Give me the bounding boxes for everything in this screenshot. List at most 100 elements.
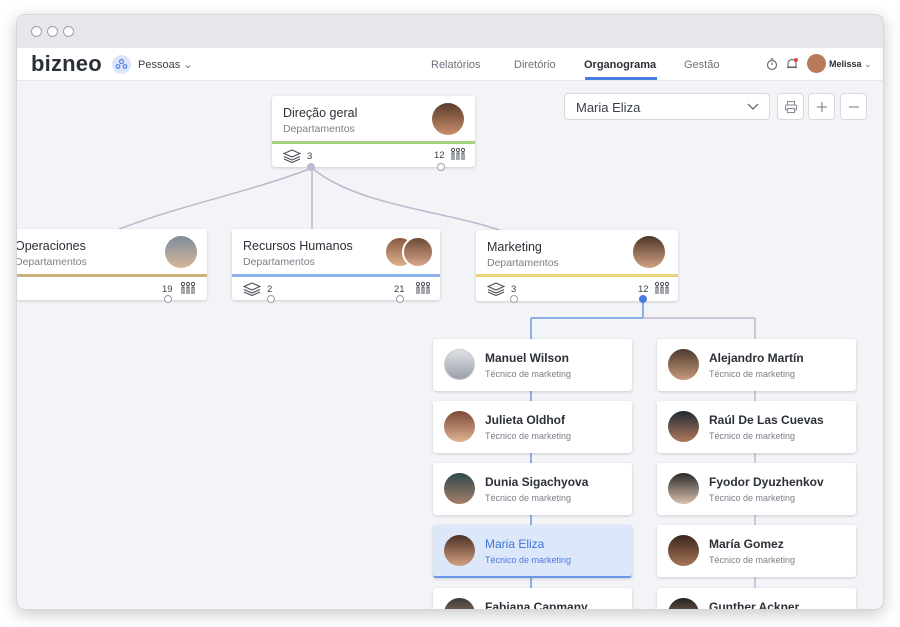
subdepartment-count: 3: [307, 151, 313, 162]
employee-card[interactable]: Fyodor Dyuzhenkov Técnico de marketing: [657, 463, 856, 515]
employee-role: Técnico de marketing: [709, 555, 796, 565]
employee-name: Raúl De Las Cuevas: [709, 413, 824, 427]
avatar: [668, 411, 699, 442]
zoom-out-button[interactable]: [840, 93, 867, 120]
employee-name: Fyodor Dyuzhenkov: [709, 475, 824, 489]
employee-role: Técnico de marketing: [485, 493, 572, 503]
employee-role: Técnico de marketing: [485, 555, 572, 565]
people-node[interactable]: [396, 295, 404, 303]
department-title: Marketing: [487, 240, 542, 254]
employee-card-selected[interactable]: Maria Eliza Técnico de marketing: [433, 525, 632, 578]
department-title: Operaciones: [16, 239, 86, 253]
employee-card[interactable]: Fabiana Capmany Técnico de marketing: [433, 588, 632, 610]
employee-name: Dunia Sigachyova: [485, 475, 589, 489]
layers-icon: [487, 282, 505, 296]
subdepartment-node[interactable]: [510, 295, 518, 303]
employee-search-select[interactable]: Maria Eliza: [564, 93, 770, 120]
employee-card[interactable]: Julieta Oldhof Técnico de marketing: [433, 401, 632, 453]
people-node[interactable]: [437, 163, 445, 171]
window-close-button[interactable]: [31, 26, 42, 37]
avatar: [165, 236, 197, 268]
employee-name: Gunther Ackner: [709, 600, 800, 610]
user-menu[interactable]: Melissa ⌄: [829, 59, 872, 70]
employee-role: Técnico de marketing: [709, 369, 796, 379]
people-count: 19: [162, 284, 173, 295]
avatar: [444, 535, 475, 566]
employee-name: Manuel Wilson: [485, 351, 569, 365]
employee-name: Maria Eliza: [485, 537, 545, 551]
avatar: [668, 473, 699, 504]
subdepartment-count: 2: [267, 284, 273, 295]
bell-icon[interactable]: [785, 57, 799, 71]
nav-organograma[interactable]: Organograma: [584, 59, 656, 71]
employee-card[interactable]: Raúl De Las Cuevas Técnico de marketing: [657, 401, 856, 453]
module-label: Pessoas: [138, 59, 181, 71]
department-card-marketing[interactable]: Marketing Departamentos 3 12: [476, 230, 678, 301]
layers-icon: [243, 282, 261, 296]
employee-card[interactable]: Dunia Sigachyova Técnico de marketing: [433, 463, 632, 515]
people-icon[interactable]: [112, 55, 131, 74]
avatar: [444, 349, 475, 380]
people-icon: [179, 281, 197, 295]
people-count: 12: [434, 150, 445, 161]
layers-icon: [283, 149, 301, 163]
window-maximize-button[interactable]: [63, 26, 74, 37]
app-header: bizneo Pessoas ⌄ Relatórios Diretório Or…: [17, 48, 883, 81]
department-subtitle: Departamentos: [487, 257, 559, 269]
nav-relatorios[interactable]: Relatórios: [431, 59, 481, 71]
people-node-expanded[interactable]: [639, 295, 647, 303]
avatar: [402, 236, 434, 268]
avatar: [444, 598, 475, 609]
people-count: 12: [638, 284, 649, 295]
department-title: Direção geral: [283, 106, 358, 120]
avatar: [668, 349, 699, 380]
zoom-in-button[interactable]: [808, 93, 835, 120]
employee-card[interactable]: Alejandro Martín Técnico de marketing: [657, 339, 856, 391]
chevron-down-icon: [747, 103, 759, 111]
timer-icon[interactable]: [765, 57, 779, 71]
search-value: Maria Eliza: [576, 100, 641, 115]
subdepartment-node[interactable]: [267, 295, 275, 303]
minus-icon: [848, 101, 860, 113]
nav-gestao[interactable]: Gestão: [684, 59, 719, 71]
user-avatar[interactable]: [807, 54, 826, 73]
department-subtitle: Departamentos: [243, 256, 315, 268]
user-name: Melissa: [829, 59, 862, 69]
window-minimize-button[interactable]: [47, 26, 58, 37]
employee-card[interactable]: Manuel Wilson Técnico de marketing: [433, 339, 632, 391]
chevron-down-icon: ⌄: [183, 59, 193, 71]
department-subtitle: Departamentos: [16, 256, 87, 268]
people-node[interactable]: [164, 295, 172, 303]
department-card-recursos-humanos[interactable]: Recursos Humanos Departamentos 2 21: [232, 229, 440, 300]
avatar: [668, 598, 699, 609]
department-card-operaciones[interactable]: Operaciones Departamentos 19: [16, 229, 207, 300]
employee-role: Técnico de marketing: [485, 431, 572, 441]
browser-window: bizneo Pessoas ⌄ Relatórios Diretório Or…: [16, 14, 884, 610]
people-icon: [449, 147, 467, 161]
window-titlebar: [17, 15, 883, 48]
employee-name: Fabiana Capmany: [485, 600, 588, 610]
org-chart-canvas[interactable]: Maria Eliza Direção geral Departamentos: [16, 81, 883, 610]
people-count: 21: [394, 284, 405, 295]
avatar: [668, 535, 699, 566]
employee-card[interactable]: María Gomez Técnico de marketing: [657, 525, 856, 577]
people-icon: [414, 281, 432, 295]
print-button[interactable]: [777, 93, 804, 120]
employee-card[interactable]: Gunther Ackner Técnico de marketing: [657, 588, 856, 610]
subdepartment-node[interactable]: [307, 163, 315, 171]
print-icon: [784, 100, 798, 114]
nav-diretorio[interactable]: Diretório: [514, 59, 556, 71]
chevron-down-icon: ⌄: [864, 59, 872, 69]
module-selector[interactable]: Pessoas ⌄: [138, 58, 192, 71]
department-card-root[interactable]: Direção geral Departamentos 3 12: [272, 96, 475, 167]
avatar: [444, 473, 475, 504]
employee-role: Técnico de marketing: [709, 431, 796, 441]
department-accent-line: [17, 274, 207, 277]
employee-name: Alejandro Martín: [709, 351, 804, 365]
active-nav-indicator: [585, 77, 657, 80]
bizneo-logo[interactable]: bizneo: [31, 51, 102, 77]
subdepartment-count: 3: [511, 284, 517, 295]
employee-role: Técnico de marketing: [485, 369, 572, 379]
plus-icon: [816, 101, 828, 113]
department-accent-line: [272, 141, 475, 144]
